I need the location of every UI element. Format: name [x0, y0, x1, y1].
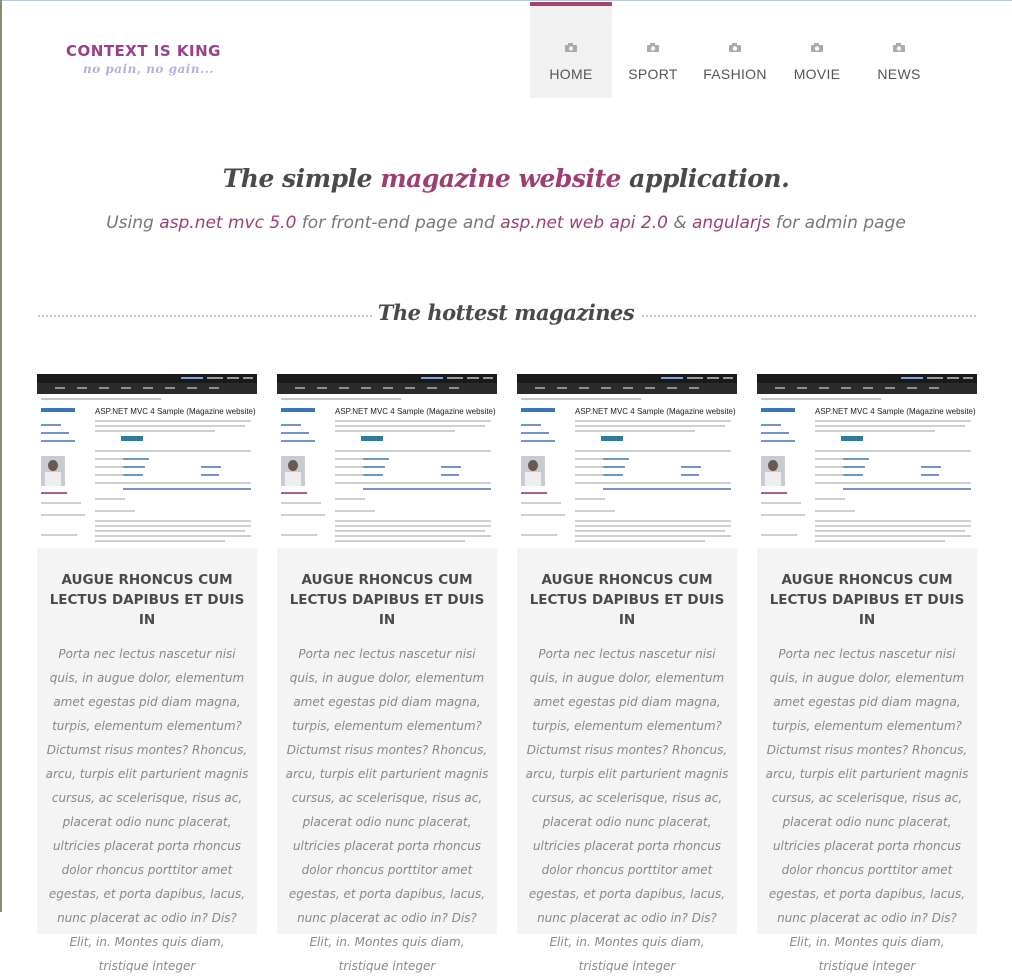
hero-subtitle: Using asp.net mvc 5.0 for front-end page…	[0, 213, 1012, 233]
hero-sub-link-webapi[interactable]: asp.net web api 2.0	[500, 213, 668, 233]
hero-sub-7: for admin page	[770, 213, 906, 233]
nav-item-home[interactable]: HOME	[530, 2, 612, 98]
nav-label-news: NEWS	[877, 66, 921, 82]
card-excerpt: Porta nec lectus nascetur nisi quis, in …	[765, 647, 969, 973]
top-border	[0, 0, 1012, 1]
thumbnail-title: ASP.NET MVC 4 Sample (Magazine website)	[95, 407, 256, 416]
nav-item-movie[interactable]: MOVIE	[776, 2, 858, 98]
nav-item-news[interactable]: NEWS	[858, 2, 940, 98]
camera-icon	[565, 43, 577, 52]
nav-label-home: HOME	[549, 66, 593, 82]
magazine-card[interactable]: ASP.NET MVC 4 Sample (Magazine website) …	[277, 374, 497, 973]
magazine-card[interactable]: ASP.NET MVC 4 Sample (Magazine website) …	[757, 374, 977, 973]
section-title: The hottest magazines	[371, 300, 641, 325]
card-title[interactable]: AUGUE RHONCUS CUM LECTUS DAPIBUS ET DUIS…	[43, 570, 251, 630]
nav-item-sport[interactable]: SPORT	[612, 2, 694, 98]
card-title[interactable]: AUGUE RHONCUS CUM LECTUS DAPIBUS ET DUIS…	[523, 570, 731, 630]
camera-icon	[729, 43, 741, 52]
magazine-thumbnail[interactable]: ASP.NET MVC 4 Sample (Magazine website)	[757, 374, 977, 548]
logo-title: CONTEXT IS KING	[66, 42, 221, 60]
card-excerpt: Porta nec lectus nascetur nisi quis, in …	[45, 647, 249, 973]
hero-title-pre: The simple	[222, 164, 381, 193]
card-excerpt: Porta nec lectus nascetur nisi quis, in …	[285, 647, 489, 973]
camera-icon	[647, 43, 659, 52]
hero-title: The simple magazine website application.	[0, 164, 1012, 193]
card-title[interactable]: AUGUE RHONCUS CUM LECTUS DAPIBUS ET DUIS…	[763, 570, 971, 630]
hero-sub-1: Using	[106, 213, 160, 233]
hero-sub-3: for front-end page and	[296, 213, 501, 233]
magazine-thumbnail[interactable]: ASP.NET MVC 4 Sample (Magazine website)	[517, 374, 737, 548]
section-heading: The hottest magazines	[0, 300, 1012, 325]
magazine-card[interactable]: ASP.NET MVC 4 Sample (Magazine website) …	[517, 374, 737, 973]
thumbnail-title: ASP.NET MVC 4 Sample (Magazine website)	[815, 407, 976, 416]
logo-tagline: no pain, no gain...	[83, 62, 215, 76]
magazine-thumbnail[interactable]: ASP.NET MVC 4 Sample (Magazine website)	[277, 374, 497, 548]
thumbnail-title: ASP.NET MVC 4 Sample (Magazine website)	[575, 407, 736, 416]
camera-icon	[811, 43, 823, 52]
nav-label-movie: MOVIE	[793, 66, 841, 82]
hero-sub-5: &	[667, 213, 692, 233]
thumbnail-title: ASP.NET MVC 4 Sample (Magazine website)	[335, 407, 496, 416]
magazine-card[interactable]: ASP.NET MVC 4 Sample (Magazine website) …	[37, 374, 257, 973]
nav-label-fashion: FASHION	[703, 66, 767, 82]
left-border	[0, 0, 2, 912]
card-excerpt: Porta nec lectus nascetur nisi quis, in …	[525, 647, 729, 973]
card-title[interactable]: AUGUE RHONCUS CUM LECTUS DAPIBUS ET DUIS…	[283, 570, 491, 630]
main-nav: HOME SPORT FASHION MOVIE NEWS	[530, 2, 940, 98]
nav-item-fashion[interactable]: FASHION	[694, 2, 776, 98]
hero-title-accent: magazine website	[380, 164, 621, 193]
camera-icon	[893, 43, 905, 52]
hero-sub-link-angularjs[interactable]: angularjs	[692, 213, 770, 233]
site-logo[interactable]: CONTEXT IS KING no pain, no gain...	[66, 42, 221, 76]
magazine-thumbnail[interactable]: ASP.NET MVC 4 Sample (Magazine website)	[37, 374, 257, 548]
nav-label-sport: SPORT	[628, 66, 678, 82]
hero-title-post: application.	[620, 164, 790, 193]
hero-sub-link-mvc[interactable]: asp.net mvc 5.0	[159, 213, 296, 233]
